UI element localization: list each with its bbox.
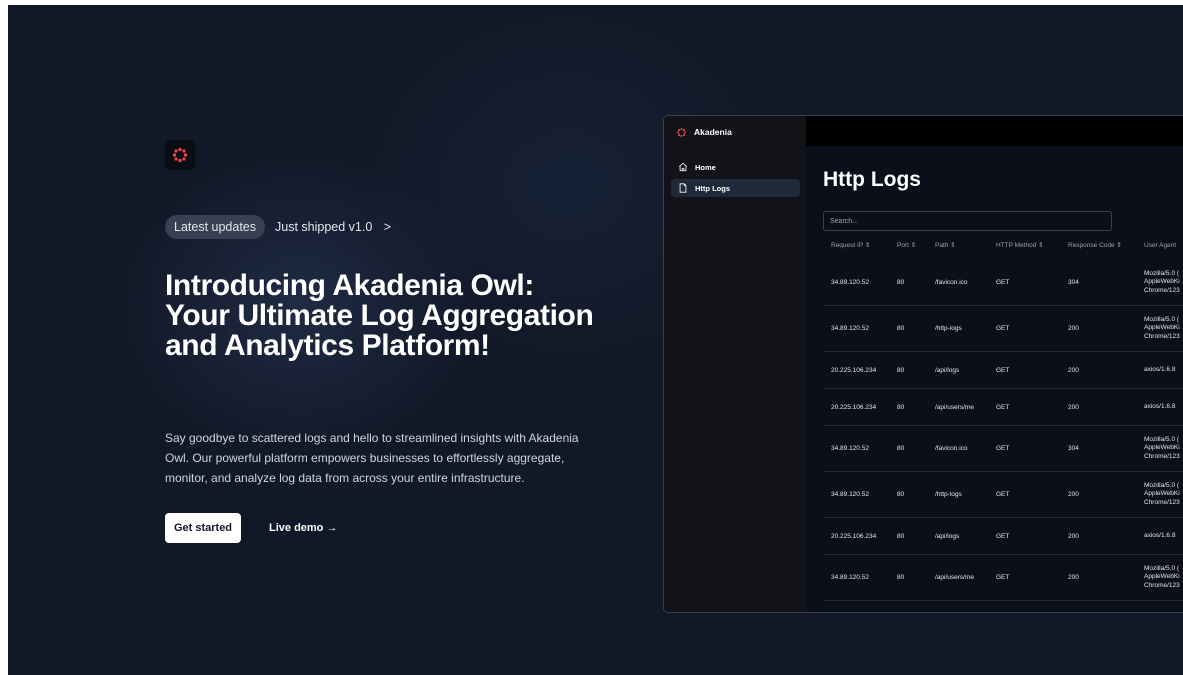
cell-request-ip: 20.225.106.234 (831, 532, 877, 540)
cell-response-code: 304 (1068, 445, 1079, 452)
table-row[interactable]: 34.89.120.52 80 /favicon.ico GET 304 Moz… (823, 260, 1183, 306)
column-header-request-ip[interactable]: Request IP ⇕ (831, 238, 870, 254)
cell-user-agent: axios/1.6.8 (1144, 352, 1183, 388)
cell-response-code: 304 (1068, 279, 1079, 286)
sidebar-item-home[interactable]: Home (671, 158, 800, 176)
user-agent-text: Mozilla/5.0 ( AppleWebKi Chrome/123 (1144, 315, 1180, 340)
home-icon (678, 162, 688, 172)
cell-port: 80 (897, 532, 905, 540)
cell-path: /api/logs (935, 366, 960, 374)
cell-port: 80 (897, 445, 905, 452)
column-header-http-method[interactable]: HTTP Method ⇕ (996, 238, 1044, 254)
cell-request-ip: 34.89.120.52 (831, 445, 869, 452)
chevron-right-icon: > (383, 220, 392, 234)
column-header-path[interactable]: Path ⇕ (935, 238, 956, 254)
cell-path: /favicon.ico (935, 445, 968, 452)
table-row[interactable]: 34.89.120.52 80 /api/users/me GET 200 Mo… (823, 555, 1183, 601)
cell-user-agent: Mozilla/5.0 ( AppleWebKi Chrome/123 (1144, 260, 1183, 305)
cell-response-code: 200 (1068, 532, 1079, 540)
akadenia-logo (165, 140, 195, 170)
cell-path: /http-logs (935, 325, 962, 332)
table-row[interactable]: 34.89.120.52 80 /favicon.ico GET 304 Moz… (823, 426, 1183, 472)
just-shipped-link[interactable]: Just shipped v1.0 > (275, 215, 391, 239)
cell-http-method: GET (996, 325, 1010, 332)
app-brand-name: Akadenia (694, 127, 732, 137)
table-row[interactable]: 20.225.106.234 80 /api/logs GET 200 axio… (823, 518, 1183, 555)
cell-port: 80 (897, 491, 905, 498)
cell-http-method: GET (996, 574, 1010, 581)
cell-path: /api/users/me (935, 574, 975, 581)
cell-response-code: 200 (1068, 491, 1079, 498)
just-shipped-label: Just shipped v1.0 (275, 220, 373, 234)
cell-port: 80 (897, 325, 905, 332)
user-agent-text: Mozilla/5.0 ( AppleWebKi Chrome/123 (1144, 481, 1180, 506)
cell-user-agent: axios/1.6.8 (1144, 389, 1183, 425)
page-title: Http Logs (823, 168, 921, 191)
cell-user-agent: Mozilla/5.0 ( AppleWebKi Chrome/123 (1144, 555, 1183, 600)
hero-description: Say goodbye to scattered logs and hello … (165, 431, 579, 485)
app-preview-window: Akadenia Home Http Logs Http Logs Req (663, 115, 1183, 613)
app-topbar (806, 116, 1183, 146)
user-agent-text: Mozilla/5.0 ( AppleWebKi Chrome/123 (1144, 269, 1180, 294)
cell-port: 80 (897, 574, 905, 581)
cell-response-code: 200 (1068, 325, 1079, 332)
cell-path: /favicon.ico (935, 279, 968, 286)
cell-port: 80 (897, 403, 905, 411)
sidebar-item-label: Home (695, 162, 716, 172)
search-input[interactable] (823, 211, 1112, 231)
sidebar-item-http-logs[interactable]: Http Logs (671, 179, 800, 197)
cell-response-code: 200 (1068, 574, 1079, 581)
table-row[interactable]: 34.89.120.52 80 /http-logs GET 200 Mozil… (823, 472, 1183, 518)
cell-http-method: GET (996, 366, 1010, 374)
user-agent-text: Mozilla/5.0 ( AppleWebKi Chrome/123 (1144, 564, 1180, 589)
hero-section: Latest updates Just shipped v1.0 > Intro… (8, 5, 1183, 675)
cell-request-ip: 34.89.120.52 (831, 574, 869, 581)
cell-request-ip: 34.89.120.52 (831, 279, 869, 286)
latest-updates-badge[interactable]: Latest updates (165, 215, 266, 239)
table-header: Request IP ⇕ Port ⇕ Path ⇕ HTTP Method ⇕… (823, 238, 1183, 254)
cell-port: 80 (897, 366, 905, 374)
cell-request-ip: 34.89.120.52 (831, 325, 869, 332)
column-header-port[interactable]: Port ⇕ (897, 238, 916, 254)
app-sidebar: Akadenia Home Http Logs (664, 116, 806, 612)
asterisk-logo-icon (677, 127, 686, 137)
user-agent-text: axios/1.6.8 (1144, 402, 1176, 410)
table-row[interactable]: 20.225.106.234 80 /api/logs GET 200 axio… (823, 352, 1183, 389)
cell-http-method: GET (996, 491, 1010, 498)
table-row[interactable]: 20.225.106.234 80 /api/users/me GET 200 … (823, 389, 1183, 426)
document-icon (679, 183, 687, 193)
cell-request-ip: 20.225.106.234 (831, 403, 877, 411)
cell-response-code: 200 (1068, 403, 1079, 411)
cell-path: /api/logs (935, 532, 960, 540)
cell-user-agent: axios/1.6.8 (1144, 518, 1183, 554)
cell-user-agent: Mozilla/5.0 ( AppleWebKi Chrome/123 (1144, 306, 1183, 351)
cell-http-method: GET (996, 532, 1010, 540)
live-demo-link[interactable]: Live demo → (269, 513, 337, 543)
cell-path: /http-logs (935, 491, 962, 498)
cell-response-code: 200 (1068, 366, 1079, 374)
app-brand: Akadenia (676, 124, 732, 140)
user-agent-text: Mozilla/5.0 ( AppleWebKi Chrome/123 (1144, 435, 1180, 460)
asterisk-logo-icon (173, 148, 187, 162)
get-started-button[interactable]: Get started (165, 513, 241, 543)
column-header-response-code[interactable]: Response Code ⇕ (1068, 238, 1122, 254)
sidebar-item-label: Http Logs (695, 183, 730, 193)
cell-user-agent: Mozilla/5.0 ( AppleWebKi Chrome/123 (1144, 426, 1183, 471)
cell-request-ip: 20.225.106.234 (831, 366, 877, 374)
cell-user-agent: Mozilla/5.0 ( AppleWebKi Chrome/123 (1144, 472, 1183, 517)
cell-http-method: GET (996, 403, 1010, 411)
http-logs-table: 34.89.120.52 80 /favicon.ico GET 304 Moz… (823, 260, 1183, 601)
user-agent-text: axios/1.6.8 (1144, 365, 1176, 373)
cell-path: /api/users/me (935, 403, 975, 411)
cell-port: 80 (897, 279, 905, 286)
table-row[interactable]: 34.89.120.52 80 /http-logs GET 200 Mozil… (823, 306, 1183, 352)
cell-request-ip: 34.89.120.52 (831, 491, 869, 498)
cell-http-method: GET (996, 445, 1010, 452)
hero-headline: Introducing Akadenia Owl: Your Ultimate … (165, 269, 594, 362)
user-agent-text: axios/1.6.8 (1144, 531, 1176, 539)
cell-http-method: GET (996, 279, 1010, 286)
column-header-user-agent[interactable]: User Agent (1144, 238, 1176, 254)
